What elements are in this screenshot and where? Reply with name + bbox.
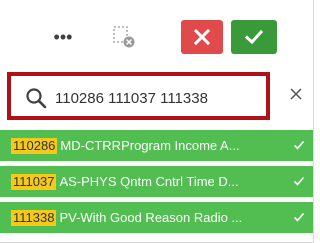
list-item-label: PV-With Good Reason Radio ... (59, 210, 243, 225)
more-options-label: ••• (53, 26, 73, 47)
list-item-label: AS-PHYS Qntm Cntrl Time D... (59, 174, 239, 189)
list-item-code: 111338 (11, 209, 57, 226)
list-item[interactable]: 111037 AS-PHYS Qntm Cntrl Time D... (0, 166, 313, 197)
list-item[interactable]: 111338 PV-With Good Reason Radio ... (0, 202, 313, 233)
more-options-icon[interactable]: ••• (52, 27, 74, 47)
close-icon (194, 29, 210, 45)
selected-checkmark-icon (293, 176, 305, 186)
list-item-label: MD-CTRRProgram Income A... (60, 138, 240, 153)
selected-checkmark-icon (293, 212, 305, 222)
search-box (7, 72, 270, 120)
confirm-selection-button[interactable] (231, 20, 277, 54)
listbox-panel: ••• 110286 MD-CTRRProgram Income A... (0, 0, 314, 243)
list-item-code: 111037 (11, 173, 57, 190)
clear-selections-icon[interactable] (112, 25, 136, 49)
search-icon (26, 88, 47, 109)
search-input[interactable] (55, 86, 263, 110)
selected-checkmark-icon (293, 140, 305, 150)
row-divider (0, 197, 313, 198)
checkmark-icon (245, 29, 263, 45)
list-item[interactable]: 110286 MD-CTRRProgram Income A... (0, 130, 313, 161)
list-item-code: 110286 (11, 137, 58, 154)
row-divider (0, 161, 313, 162)
clear-search-icon[interactable] (288, 86, 304, 102)
cancel-selection-button[interactable] (181, 20, 223, 54)
